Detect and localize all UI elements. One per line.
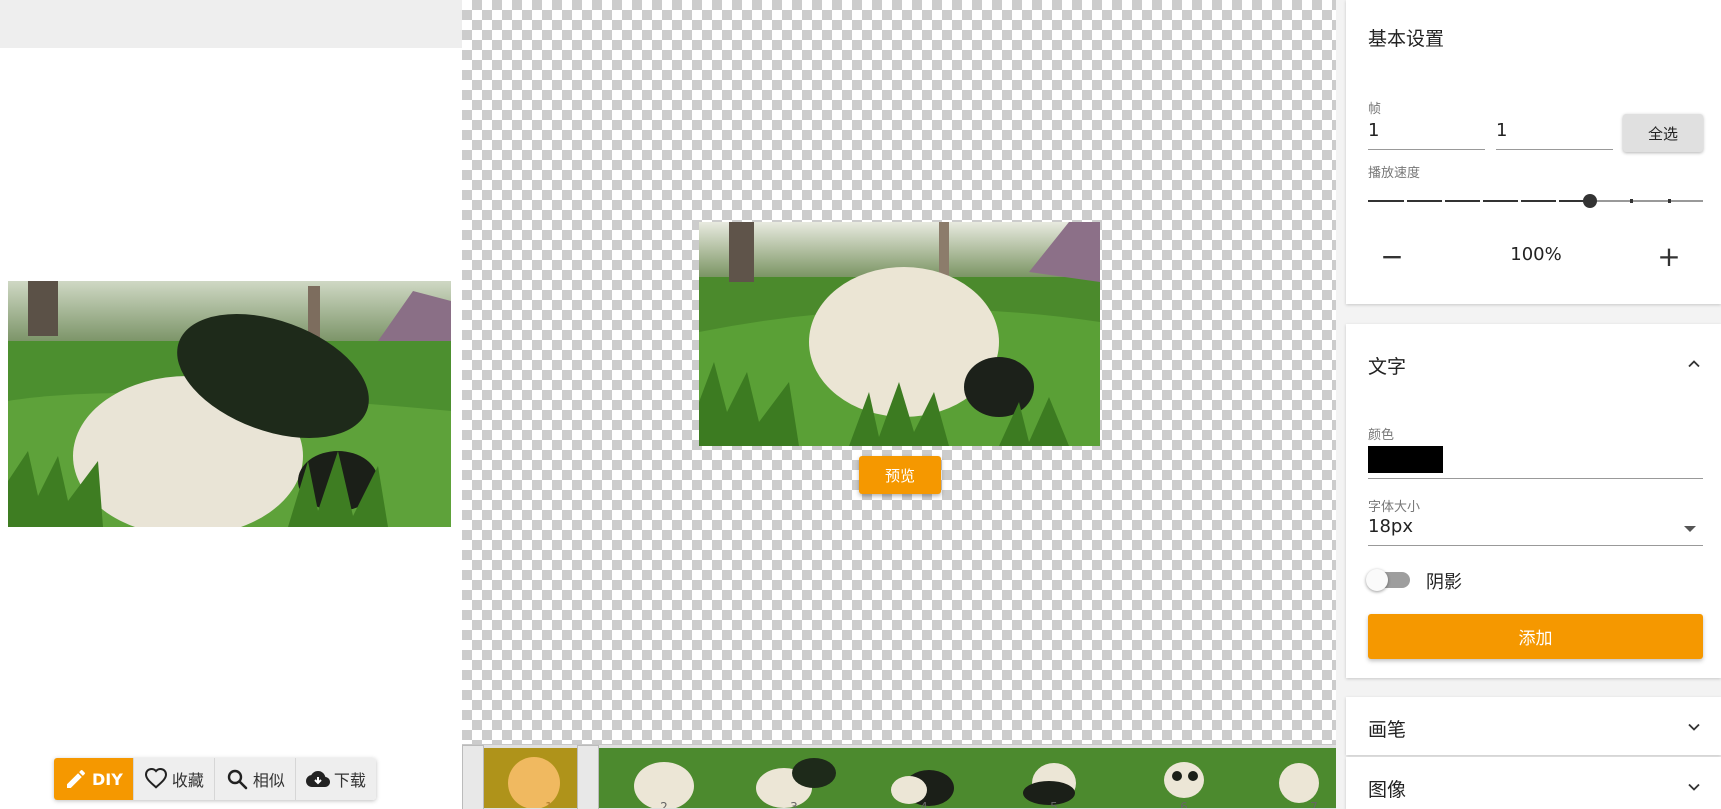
add-text-button[interactable]: 添加 [1368,614,1703,659]
frame-thumbnail[interactable]: 5 [989,748,1119,808]
frame-thumbnail[interactable]: 4 [859,748,989,808]
slider-tick [1630,199,1633,203]
frame-image [599,748,729,808]
frame-thumbnail[interactable]: 7 [1249,748,1336,808]
color-underline [1368,478,1703,479]
speed-decrease-button[interactable]: − [1377,240,1407,273]
slider-tick [1480,199,1483,203]
text-section-title: 文字 [1368,356,1407,378]
frame-number: 1 [545,800,553,808]
slider-tick [1668,199,1671,203]
frame-number: 6 [1180,800,1188,808]
image-section[interactable]: 图像 [1346,757,1721,809]
speed-slider-rest [1590,200,1703,202]
chevron-down-icon [1688,783,1700,791]
cloud-download-icon [305,771,330,787]
frame-image [1119,748,1249,808]
diy-label: DIY [92,769,123,789]
image-action-toolbar: DIY 收藏 相似 下载 [54,758,376,800]
frame-end-input[interactable]: 1 [1496,118,1613,150]
frame-number: 3 [790,800,798,808]
source-gif-image [8,281,451,527]
left-panel: DIY 收藏 相似 下载 [0,0,462,809]
speed-label: 播放速度 [1368,166,1421,181]
app-root: DIY 收藏 相似 下载 预览 1 2 3 4 5 6 7 基本设置 帧 1 1… [0,0,1721,809]
select-all-button[interactable]: 全选 [1623,114,1703,152]
slider-tick [1556,199,1559,203]
frame-thumbnail[interactable]: 6 [1119,748,1249,808]
dropdown-arrow-icon [1684,526,1696,532]
settings-panel: 基本设置 帧 1 1 全选 播放速度 − 100% + 文字 颜色 字体大小 1… [1336,0,1721,809]
pencil-icon [67,769,85,788]
heart-icon [144,767,167,789]
similar-button[interactable]: 相似 [214,758,296,800]
frame-image [729,748,859,808]
favorite-label: 收藏 [171,771,204,790]
frame-number: 4 [920,800,928,808]
editor-canvas-area[interactable]: 预览 1 2 3 4 5 6 7 [462,0,1336,809]
frame-number: 5 [1050,800,1058,808]
frame-number: 2 [660,800,668,808]
filmstrip-left-handle[interactable] [462,745,484,809]
frame-label: 帧 [1368,102,1382,117]
panda-source-illustration [8,281,451,527]
speed-slider-thumb[interactable] [1583,194,1597,208]
frame-start-input[interactable]: 1 [1368,118,1485,150]
shadow-label: 阴影 [1426,572,1462,593]
frame-filmstrip: 1 2 3 4 5 6 7 [462,744,1336,809]
download-label: 下载 [333,771,366,790]
slider-tick [1442,199,1445,203]
search-icon [227,769,248,790]
image-section-title: 图像 [1368,779,1407,801]
similar-label: 相似 [252,771,285,790]
panda-canvas-illustration [699,222,1100,446]
filmstrip-right-handle[interactable] [577,745,599,809]
font-size-label: 字体大小 [1368,500,1421,515]
text-section-header[interactable]: 文字 [1346,324,1721,384]
font-size-select[interactable]: 18px [1368,514,1703,546]
basic-settings-title: 基本设置 [1368,28,1445,50]
favorite-button[interactable]: 收藏 [133,758,215,800]
font-size-value: 18px [1368,516,1413,537]
left-top-bar [0,0,462,48]
brush-section[interactable]: 画笔 [1346,697,1721,755]
color-label: 颜色 [1368,428,1395,443]
canvas-gif-image[interactable] [699,222,1100,446]
download-button[interactable]: 下载 [295,758,376,800]
text-color-swatch[interactable] [1368,446,1443,473]
frame-number: 7 [1310,800,1318,808]
speed-value: 100% [1510,244,1562,265]
chevron-down-icon [1688,723,1700,731]
chevron-up-icon [1688,360,1700,368]
diy-button[interactable]: DIY [54,758,134,800]
preview-button[interactable]: 预览 [859,456,941,494]
speed-increase-button[interactable]: + [1654,240,1684,273]
basic-settings-card: 基本设置 帧 1 1 全选 播放速度 − 100% + [1346,0,1721,304]
shadow-toggle-knob[interactable] [1366,569,1388,591]
brush-section-title: 画笔 [1368,719,1407,741]
frame-thumbnail[interactable]: 3 [729,748,859,808]
frame-image [859,748,989,808]
slider-tick [1518,199,1521,203]
frame-image [989,748,1119,808]
frame-thumbnail[interactable]: 2 [599,748,729,808]
frame-image [1249,748,1336,808]
slider-tick [1404,199,1407,203]
